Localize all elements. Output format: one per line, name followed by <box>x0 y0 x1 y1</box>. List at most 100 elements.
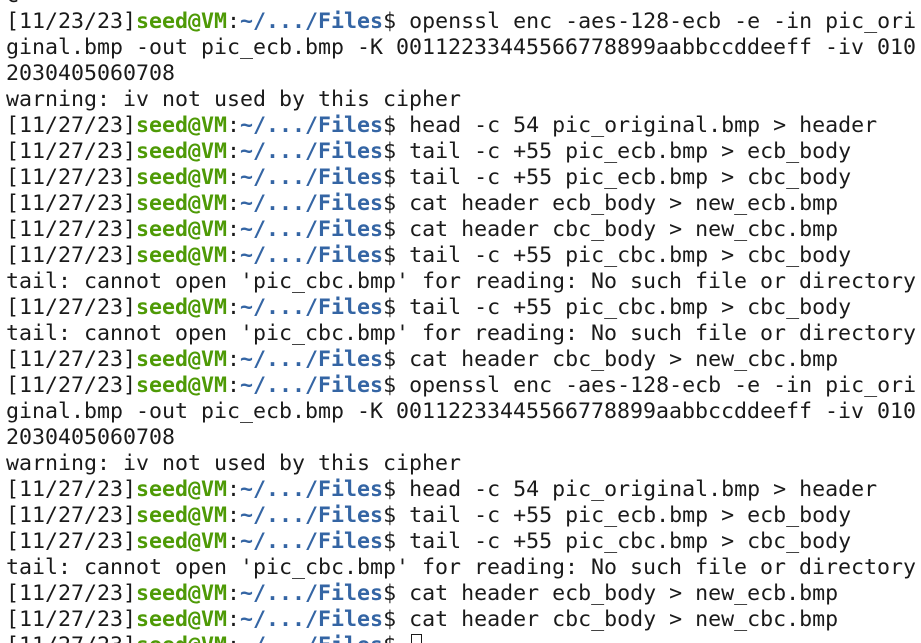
output-text: warning: iv not used by this cipher <box>6 451 462 476</box>
prompt-user-host: seed@VM <box>136 373 228 398</box>
command-line: [11/27/23]seed@VM:~/.../Files$ openssl e… <box>6 373 921 399</box>
prompt-user-host: seed@VM <box>136 581 228 606</box>
prompt-symbol: $ <box>383 373 410 398</box>
command-line: [11/27/23]seed@VM:~/.../Files$ head -c 5… <box>6 477 921 503</box>
prompt-timestamp: [11/27/23] <box>6 191 137 216</box>
prompt-symbol: $ <box>383 477 410 502</box>
prompt-colon: : <box>227 243 241 268</box>
command-text: head -c 54 pic_original.bmp > header <box>409 477 878 502</box>
command-line: [11/27/23]seed@VM:~/.../Files$ tail -c +… <box>6 529 921 555</box>
prompt-colon: : <box>227 191 241 216</box>
prompt-timestamp: [11/27/23] <box>6 295 137 320</box>
prompt-symbol: $ <box>383 191 410 216</box>
prompt-timestamp: [11/27/23] <box>6 165 137 190</box>
prompt-timestamp: [11/27/23] <box>6 607 137 632</box>
prompt-path: ~/.../Files <box>240 295 384 320</box>
prompt-timestamp: [11/27/23] <box>6 373 137 398</box>
output-line: warning: iv not used by this cipher <box>6 451 921 477</box>
prompt-path: ~/.../Files <box>240 9 384 34</box>
prompt-symbol: $ <box>383 217 410 242</box>
output-line: warning: iv not used by this cipher <box>6 87 921 113</box>
prompt-timestamp: [11/27/23] <box>6 243 137 268</box>
output-line: 2030405060708 <box>6 425 921 451</box>
prompt-symbol: $ <box>383 347 410 372</box>
prompt-timestamp: [11/27/23] <box>6 529 137 554</box>
prompt-symbol: $ <box>383 607 410 632</box>
prompt-timestamp: [11/27/23] <box>6 477 137 502</box>
prompt-colon: : <box>227 529 241 554</box>
prompt-symbol: $ <box>383 139 410 164</box>
prompt-colon: : <box>227 347 241 372</box>
command-text: tail -c +55 pic_cbc.bmp > cbc_body <box>409 295 852 320</box>
active-prompt-line: [11/27/23]seed@VM:~/.../Files$ <box>6 633 921 643</box>
command-line: [11/27/23]seed@VM:~/.../Files$ cat heade… <box>6 191 921 217</box>
prompt-path: ~/.../Files <box>240 503 384 528</box>
command-text: openssl enc -aes-128-ecb -e -in pic_ori <box>409 9 917 34</box>
prompt-path: ~/.../Files <box>240 191 384 216</box>
prompt-path: ~/.../Files <box>240 347 384 372</box>
prompt-colon: : <box>227 373 241 398</box>
prompt-path: ~/.../Files <box>240 607 384 632</box>
output-line: ginal.bmp -out pic_ecb.bmp -K 0011223344… <box>6 399 921 425</box>
prompt-symbol: $ <box>383 295 410 320</box>
command-text: openssl enc -aes-128-ecb -e -in pic_ori <box>409 373 917 398</box>
prompt-symbol: $ <box>383 243 410 268</box>
output-line: tail: cannot open 'pic_cbc.bmp' for read… <box>6 555 921 581</box>
prompt-colon: : <box>227 581 241 606</box>
text-cursor[interactable] <box>411 634 423 643</box>
prompt-colon: : <box>227 217 241 242</box>
command-text: tail -c +55 pic_ecb.bmp > ecb_body <box>409 503 852 528</box>
command-text: head -c 54 pic_original.bmp > header <box>409 113 878 138</box>
prompt-user-host: seed@VM <box>136 347 228 372</box>
prompt-timestamp: [11/27/23] <box>6 217 137 242</box>
command-line: [11/27/23]seed@VM:~/.../Files$ tail -c +… <box>6 165 921 191</box>
prompt-timestamp: [11/27/23] <box>6 139 137 164</box>
prompt-user-host: seed@VM <box>136 165 228 190</box>
prompt-symbol: $ <box>383 581 410 606</box>
prompt-symbol: $ <box>383 113 410 138</box>
command-text: tail -c +55 pic_cbc.bmp > cbc_body <box>409 529 852 554</box>
prompt-colon: : <box>227 9 241 34</box>
prompt-user-host: seed@VM <box>136 191 228 216</box>
command-text: cat header cbc_body > new_cbc.bmp <box>409 607 839 632</box>
terminal-window[interactable]: C[11/23/23]seed@VM:~/.../Files$ openssl … <box>0 0 921 643</box>
prompt-symbol: $ <box>383 503 410 528</box>
output-line: 2030405060708 <box>6 61 921 87</box>
output-text: ginal.bmp -out pic_ecb.bmp -K 0011223344… <box>6 399 917 424</box>
command-text: tail -c +55 pic_cbc.bmp > cbc_body <box>409 243 852 268</box>
prompt-user-host: seed@VM <box>136 9 228 34</box>
prompt-colon: : <box>227 477 241 502</box>
command-line: [11/27/23]seed@VM:~/.../Files$ tail -c +… <box>6 139 921 165</box>
prompt-path: ~/.../Files <box>240 633 383 643</box>
prompt-colon: : <box>227 607 241 632</box>
prompt-user-host: seed@VM <box>136 113 228 138</box>
prompt-timestamp: [11/27/23] <box>6 503 137 528</box>
prompt-symbol: $ <box>383 633 409 643</box>
prompt-user-host: seed@VM <box>136 529 228 554</box>
command-line: [11/27/23]seed@VM:~/.../Files$ cat heade… <box>6 217 921 243</box>
command-text: tail -c +55 pic_ecb.bmp > cbc_body <box>409 165 852 190</box>
prompt-user-host: seed@VM <box>136 295 228 320</box>
prompt-timestamp: [11/27/23] <box>6 581 137 606</box>
prompt-user-host: seed@VM <box>136 503 228 528</box>
prompt-symbol: $ <box>383 9 410 34</box>
command-text: tail -c +55 pic_ecb.bmp > ecb_body <box>409 139 852 164</box>
terminal-output: C[11/23/23]seed@VM:~/.../Files$ openssl … <box>6 0 921 643</box>
output-line: C <box>6 0 921 9</box>
prompt-user-host: seed@VM <box>136 607 228 632</box>
prompt-timestamp: [11/27/23] <box>6 633 136 643</box>
output-text: 2030405060708 <box>6 61 176 86</box>
prompt-path: ~/.../Files <box>240 165 384 190</box>
prompt-user-host: seed@VM <box>136 633 227 643</box>
command-line: [11/27/23]seed@VM:~/.../Files$ cat heade… <box>6 347 921 373</box>
command-line: [11/27/23]seed@VM:~/.../Files$ tail -c +… <box>6 503 921 529</box>
output-line: ginal.bmp -out pic_ecb.bmp -K 0011223344… <box>6 35 921 61</box>
prompt-user-host: seed@VM <box>136 477 228 502</box>
prompt-path: ~/.../Files <box>240 113 384 138</box>
output-line: tail: cannot open 'pic_cbc.bmp' for read… <box>6 321 921 347</box>
command-line: [11/27/23]seed@VM:~/.../Files$ tail -c +… <box>6 295 921 321</box>
prompt-timestamp: [11/27/23] <box>6 113 137 138</box>
prompt-symbol: $ <box>383 529 410 554</box>
prompt-path: ~/.../Files <box>240 373 384 398</box>
prompt-user-host: seed@VM <box>136 139 228 164</box>
